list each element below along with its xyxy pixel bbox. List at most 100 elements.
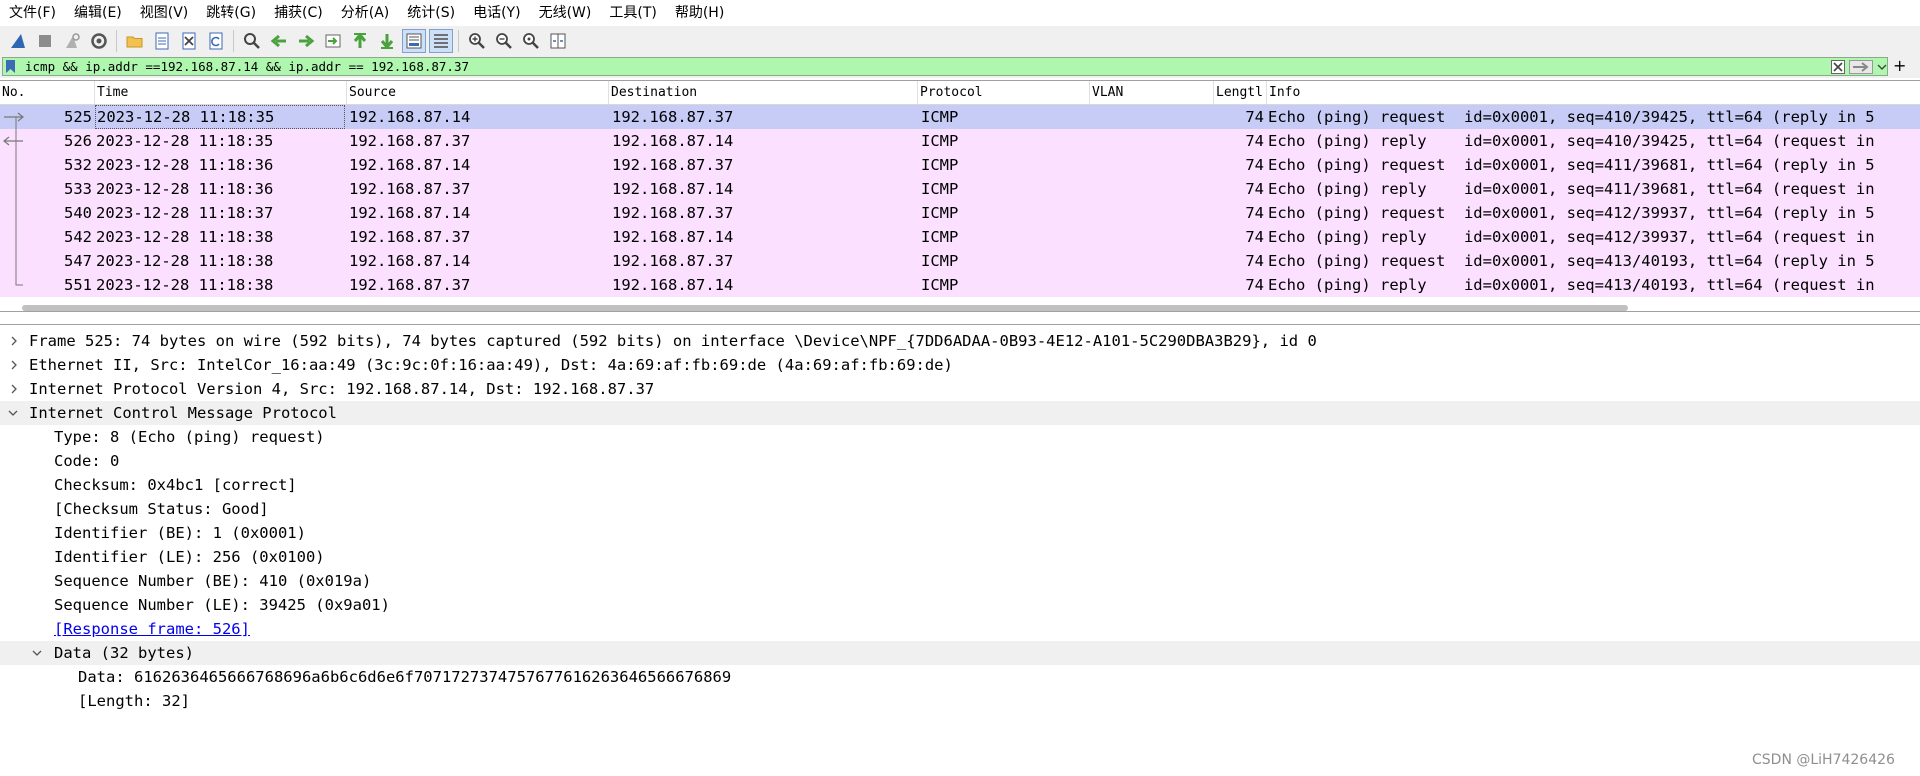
chevron-down-icon[interactable] xyxy=(1877,60,1887,74)
main-toolbar xyxy=(0,26,1920,56)
packet-info: Echo (ping) request id=0x0001, seq=411/3… xyxy=(1268,156,1875,174)
zoom-reset-icon[interactable] xyxy=(519,29,543,53)
detail-icmp-type[interactable]: Type: 8 (Echo (ping) request) xyxy=(0,425,1920,449)
menu-tools[interactable]: 工具(T) xyxy=(600,0,665,26)
menu-go[interactable]: 跳转(G) xyxy=(197,0,265,26)
packet-source: 192.168.87.37 xyxy=(349,276,471,294)
column-header-time[interactable]: Time xyxy=(95,81,347,104)
detail-identifier-be[interactable]: Identifier (BE): 1 (0x0001) xyxy=(0,521,1920,545)
chevron-right-icon[interactable] xyxy=(9,384,19,394)
column-header-vlan[interactable]: VLAN xyxy=(1090,81,1214,104)
table-row[interactable]: 551 2023-12-28 11:18:38 192.168.87.37 19… xyxy=(0,273,1920,297)
packet-destination: 192.168.87.37 xyxy=(612,108,734,126)
menu-analyze[interactable]: 分析(A) xyxy=(332,0,399,26)
chevron-down-icon[interactable] xyxy=(8,408,18,418)
go-back-icon[interactable] xyxy=(267,29,291,53)
detail-checksum-status[interactable]: [Checksum Status: Good] xyxy=(0,497,1920,521)
clear-filter-icon[interactable] xyxy=(1831,60,1845,74)
menu-wireless[interactable]: 无线(W) xyxy=(530,0,601,26)
packet-source: 192.168.87.14 xyxy=(349,252,471,270)
detail-icmp-code[interactable]: Code: 0 xyxy=(0,449,1920,473)
detail-field-text: Checksum: 0x4bc1 [correct] xyxy=(54,476,297,494)
packet-destination: 192.168.87.14 xyxy=(612,180,734,198)
detail-ethernet[interactable]: Ethernet II, Src: IntelCor_16:aa:49 (3c:… xyxy=(0,353,1920,377)
packet-info: Echo (ping) reply id=0x0001, seq=411/396… xyxy=(1268,180,1875,198)
bookmark-icon[interactable] xyxy=(6,60,15,73)
detail-frame-text: Frame 525: 74 bytes on wire (592 bits), … xyxy=(29,332,1317,350)
menu-capture[interactable]: 捕获(C) xyxy=(265,0,332,26)
detail-data[interactable]: Data (32 bytes) xyxy=(0,641,1920,665)
menu-file[interactable]: 文件(F) xyxy=(0,0,65,26)
detail-data-length[interactable]: [Length: 32] xyxy=(0,689,1920,713)
detail-data-bytes[interactable]: Data: 6162636465666768696a6b6c6d6e6f7071… xyxy=(0,665,1920,689)
packet-no: 533 xyxy=(64,180,92,198)
detail-sequence-be[interactable]: Sequence Number (BE): 410 (0x019a) xyxy=(0,569,1920,593)
packet-no: 540 xyxy=(64,204,92,222)
detail-field-text: [Length: 32] xyxy=(78,692,190,710)
column-header-protocol[interactable]: Protocol xyxy=(918,81,1090,104)
colorize-icon[interactable] xyxy=(428,29,453,53)
add-filter-button[interactable]: + xyxy=(1893,56,1906,76)
table-row[interactable]: 547 2023-12-28 11:18:38 192.168.87.14 19… xyxy=(0,249,1920,273)
table-row[interactable]: 540 2023-12-28 11:18:37 192.168.87.14 19… xyxy=(0,201,1920,225)
column-header-source[interactable]: Source xyxy=(347,81,609,104)
zoom-in-icon[interactable] xyxy=(465,29,489,53)
first-packet-icon[interactable] xyxy=(348,29,372,53)
table-row[interactable]: 532 2023-12-28 11:18:36 192.168.87.14 19… xyxy=(0,153,1920,177)
resize-columns-icon[interactable] xyxy=(546,29,570,53)
open-folder-icon[interactable] xyxy=(123,29,147,53)
display-filter-input[interactable]: icmp && ip.addr ==192.168.87.14 && ip.ad… xyxy=(2,57,1888,76)
save-file-icon[interactable] xyxy=(150,29,174,53)
menu-edit[interactable]: 编辑(E) xyxy=(65,0,131,26)
zoom-out-icon[interactable] xyxy=(492,29,516,53)
reload-icon[interactable] xyxy=(204,29,228,53)
column-header-length[interactable]: Lengtl xyxy=(1214,81,1267,104)
column-header-no[interactable]: No. xyxy=(0,81,95,104)
table-row[interactable]: 525 2023-12-28 11:18:35 192.168.87.14 19… xyxy=(0,105,1920,129)
autoscroll-icon[interactable] xyxy=(401,29,426,53)
chevron-down-icon[interactable] xyxy=(32,648,42,658)
find-icon[interactable] xyxy=(240,29,264,53)
detail-response-frame[interactable]: [Response frame: 526] xyxy=(0,617,1920,641)
detail-icmp-text: Internet Control Message Protocol xyxy=(29,404,337,422)
close-file-icon[interactable] xyxy=(177,29,201,53)
column-header-destination[interactable]: Destination xyxy=(609,81,918,104)
packet-info: Echo (ping) request id=0x0001, seq=413/4… xyxy=(1268,252,1875,270)
detail-ipv4[interactable]: Internet Protocol Version 4, Src: 192.16… xyxy=(0,377,1920,401)
chevron-right-icon[interactable] xyxy=(9,360,19,370)
stop-icon[interactable] xyxy=(33,29,57,53)
table-row[interactable]: 526 2023-12-28 11:18:35 192.168.87.37 19… xyxy=(0,129,1920,153)
detail-identifier-le[interactable]: Identifier (LE): 256 (0x0100) xyxy=(0,545,1920,569)
filter-expression[interactable]: icmp && ip.addr ==192.168.87.14 && ip.ad… xyxy=(25,58,469,75)
detail-icmp[interactable]: Internet Control Message Protocol xyxy=(0,401,1920,425)
restart-icon[interactable] xyxy=(60,29,84,53)
go-forward-icon[interactable] xyxy=(294,29,318,53)
menu-bar: 文件(F) 编辑(E) 视图(V) 跳转(G) 捕获(C) 分析(A) 统计(S… xyxy=(0,0,1920,26)
packet-list: No. Time Source Destination Protocol VLA… xyxy=(0,80,1920,312)
packet-rows: 525 2023-12-28 11:18:35 192.168.87.14 19… xyxy=(0,105,1920,297)
toolbar-separator xyxy=(458,30,459,52)
response-frame-link[interactable]: [Response frame: 526] xyxy=(54,617,250,641)
menu-telephony[interactable]: 电话(Y) xyxy=(464,0,529,26)
table-row[interactable]: 542 2023-12-28 11:18:38 192.168.87.37 19… xyxy=(0,225,1920,249)
detail-field-text: Code: 0 xyxy=(54,452,120,470)
menu-view[interactable]: 视图(V) xyxy=(131,0,198,26)
column-header-info[interactable]: Info xyxy=(1267,81,1920,104)
last-packet-icon[interactable] xyxy=(375,29,399,53)
packet-no: 551 xyxy=(64,276,92,294)
apply-filter-icon[interactable] xyxy=(1849,60,1873,74)
detail-icmp-checksum[interactable]: Checksum: 0x4bc1 [correct] xyxy=(0,473,1920,497)
menu-help[interactable]: 帮助(H) xyxy=(666,0,733,26)
shark-fin-start-icon[interactable] xyxy=(6,29,30,53)
detail-frame[interactable]: Frame 525: 74 bytes on wire (592 bits), … xyxy=(0,329,1920,353)
detail-field-text: Identifier (BE): 1 (0x0001) xyxy=(54,524,306,542)
capture-options-icon[interactable] xyxy=(87,29,111,53)
go-to-packet-icon[interactable] xyxy=(321,29,345,53)
detail-field-text: Type: 8 (Echo (ping) request) xyxy=(54,428,325,446)
table-row[interactable]: 533 2023-12-28 11:18:36 192.168.87.37 19… xyxy=(0,177,1920,201)
packet-time: 2023-12-28 11:18:35 xyxy=(96,132,274,150)
detail-sequence-le[interactable]: Sequence Number (LE): 39425 (0x9a01) xyxy=(0,593,1920,617)
menu-statistics[interactable]: 统计(S) xyxy=(398,0,464,26)
chevron-right-icon[interactable] xyxy=(9,336,19,346)
horizontal-scrollbar[interactable] xyxy=(22,305,1628,311)
